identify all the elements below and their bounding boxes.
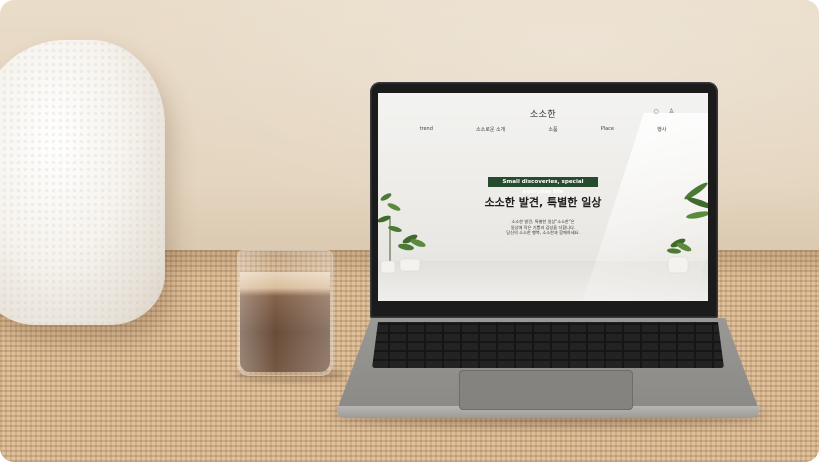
tagline-badge: Small discoveries, special everyday life [488, 177, 598, 195]
nav-item-place[interactable]: Place [601, 126, 614, 133]
nav-item-trend[interactable]: trend [420, 126, 433, 133]
site-nav: trend 소소로운 소개 소품 Place 행사 [378, 126, 708, 133]
nav-item-events[interactable]: 행사 [657, 126, 666, 133]
laptop-trackpad [459, 370, 633, 410]
nav-item-goods[interactable]: 소품 [548, 126, 557, 133]
website-mockup: 소소한 ○ ♙ trend 소소로운 소개 소품 Place 행사 Small … [378, 93, 708, 301]
search-icon[interactable]: ○ [653, 108, 658, 115]
photo-scene: 소소한 ○ ♙ trend 소소로운 소개 소품 Place 행사 Small … [0, 0, 819, 462]
hero-headline: 소소한 발견, 특별한 일상 [484, 196, 602, 209]
user-icon[interactable]: ♙ [669, 108, 674, 115]
coffee-glass [237, 250, 333, 376]
hero-body: 소소한 발견, 특별한 일상"소소한"은 일상에 작은 기쁨과 감성을 더합니다… [478, 219, 608, 236]
hero-body-line: 당신의 소소한 행복, 소소한과 함께하세요. [506, 230, 580, 236]
pouf-texture [0, 40, 165, 325]
nav-item-intro[interactable]: 소소로운 소개 [476, 126, 505, 133]
laptop-keyboard [372, 322, 724, 368]
laptop-screen: 소소한 ○ ♙ trend 소소로운 소개 소품 Place 행사 Small … [378, 93, 708, 301]
